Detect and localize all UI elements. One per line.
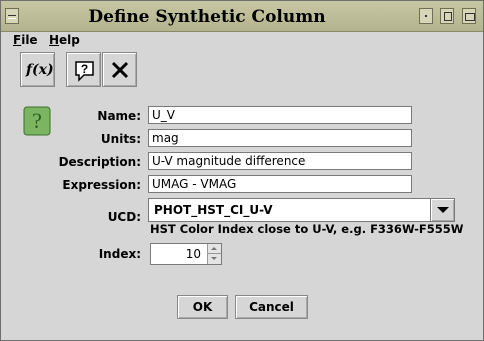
units-field[interactable]: mag: [148, 129, 412, 147]
spinner-down-icon[interactable]: [207, 254, 221, 264]
function-icon: f(x): [26, 62, 54, 78]
svg-text:?: ?: [81, 62, 88, 76]
ucd-description: HST Color Index close to U-V, e.g. F336W…: [150, 222, 464, 236]
window-title: Define Synthetic Column: [88, 7, 326, 27]
function-button[interactable]: f(x): [20, 52, 55, 87]
title-bar[interactable]: Define Synthetic Column: [1, 1, 483, 32]
ok-button[interactable]: OK: [177, 295, 228, 319]
menu-help-label: Help: [49, 33, 80, 47]
close-icon: [111, 61, 129, 79]
expression-label: Expression:: [62, 178, 141, 192]
index-label: Index:: [98, 247, 141, 261]
menu-help[interactable]: Help: [49, 33, 80, 47]
ucd-selected-value: PHOT_HST_CI_U-V: [154, 203, 273, 217]
description-field[interactable]: U-V magnitude difference: [148, 152, 412, 170]
index-spinner[interactable]: 10: [150, 243, 222, 265]
ucd-select[interactable]: PHOT_HST_CI_U-V: [148, 198, 455, 222]
units-label: Units:: [100, 132, 141, 146]
ucd-label: UCD:: [107, 210, 141, 224]
maximize-button[interactable]: [440, 8, 454, 24]
menu-file[interactable]: File: [13, 33, 38, 47]
name-label: Name:: [97, 109, 141, 123]
menu-file-label: File: [13, 33, 38, 47]
close-window-button[interactable]: [462, 8, 476, 24]
cancel-button[interactable]: Cancel: [235, 295, 308, 319]
dialog-window: Define Synthetic Column File Help f(x) ?…: [0, 0, 484, 341]
minimize-button[interactable]: [419, 8, 433, 24]
spinner-up-icon[interactable]: [207, 244, 221, 254]
name-field[interactable]: U_V: [148, 106, 412, 124]
index-value: 10: [185, 247, 201, 261]
expression-field[interactable]: UMAG - VMAG: [148, 175, 412, 193]
chevron-down-icon[interactable]: [430, 199, 454, 221]
help-button[interactable]: ?: [66, 52, 101, 87]
help-icon: ?: [75, 61, 94, 82]
menu-bar: File Help: [1, 32, 483, 48]
description-label: Description:: [58, 155, 141, 169]
close-button[interactable]: [102, 52, 137, 87]
